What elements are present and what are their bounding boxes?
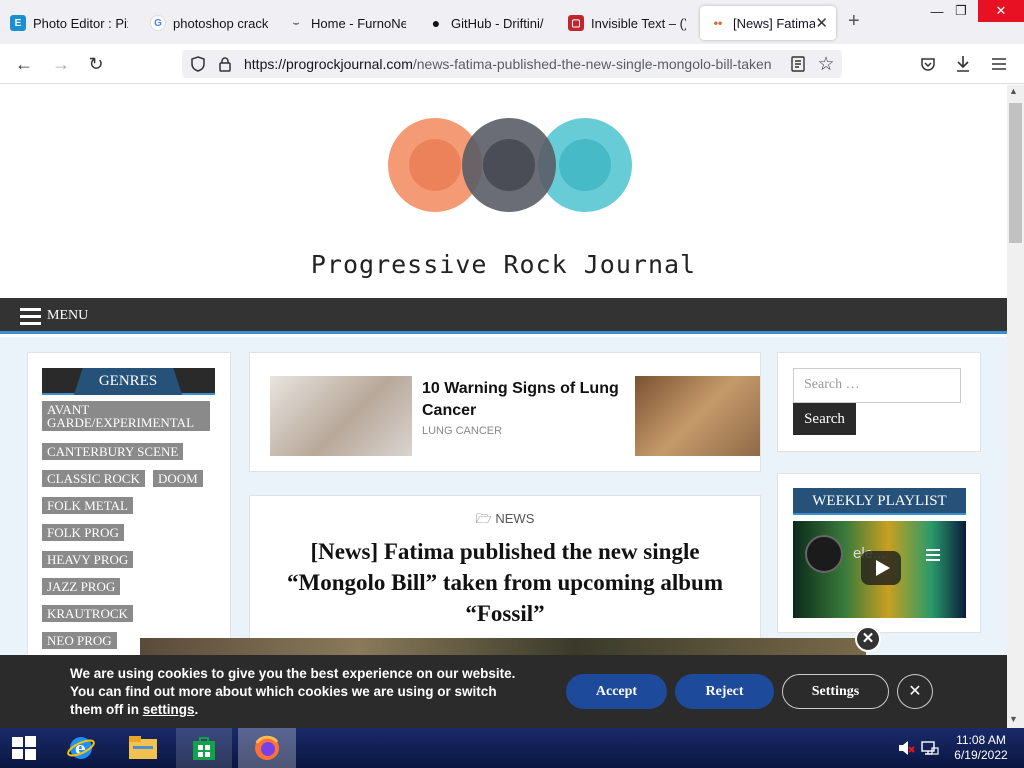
tab-pixlr[interactable]: E Photo Editor : Pixlr	[0, 6, 140, 40]
post-category[interactable]: 🗁 NEWS	[250, 510, 760, 532]
cookie-settings-link[interactable]: settings	[143, 702, 195, 717]
ad-title[interactable]: 10 Warning Signs of Lung Cancer	[422, 378, 632, 422]
playlist-heading: WEEKLY PLAYLIST	[793, 488, 966, 515]
sticky-video-player[interactable]	[140, 638, 866, 656]
tab-title: Photo Editor : Pixlr	[33, 15, 128, 31]
address-text: https://progrockjournal.com/news-fatima-…	[244, 56, 772, 72]
cookie-message: We are using cookies to give you the bes…	[70, 666, 516, 717]
site-favicon-icon: ••	[713, 16, 723, 30]
playlist-queue-icon[interactable]	[926, 549, 940, 564]
forward-icon[interactable]: →	[49, 52, 73, 76]
page-viewport: Progressive Rock Journal MENU GENRES AVA…	[0, 85, 1007, 728]
ad-image-woman[interactable]	[270, 376, 412, 456]
reader-view-icon[interactable]	[790, 56, 806, 72]
site-title[interactable]: Progressive Rock Journal	[0, 250, 1007, 279]
folder-icon: 🗁	[475, 511, 492, 526]
genre-tag[interactable]: DOOM	[153, 470, 203, 487]
genre-tag[interactable]: HEAVY PROG	[42, 551, 134, 568]
tab-title: Home - FurnoNet	[311, 15, 406, 31]
window-close-icon[interactable]: ✕	[978, 0, 1024, 22]
cookie-accept-button[interactable]: Accept	[566, 674, 667, 709]
playlist-video[interactable]: ele...	[793, 521, 966, 618]
cookie-text: We are using cookies to give you the bes…	[70, 665, 530, 719]
genres-heading-bar: GENRES	[42, 368, 215, 395]
url-path: /news-fatima-published-the-new-single-mo…	[412, 56, 772, 72]
cookie-period: .	[194, 702, 199, 717]
lock-icon[interactable]	[217, 56, 233, 72]
downloads-icon[interactable]	[955, 55, 971, 73]
genre-tag[interactable]: NEO PROG	[42, 632, 117, 649]
tab-title: [News] Fatima |	[733, 15, 815, 31]
file-explorer-icon[interactable]	[120, 728, 166, 768]
network-icon[interactable]	[920, 728, 940, 768]
internet-explorer-icon[interactable]: e	[60, 728, 102, 768]
pocket-icon[interactable]	[920, 56, 936, 72]
genre-tag[interactable]: FOLK METAL	[42, 497, 133, 514]
address-bar[interactable]: https://progrockjournal.com/news-fatima-…	[182, 50, 842, 78]
cookie-settings-button[interactable]: Settings	[782, 674, 889, 709]
shield-icon[interactable]	[190, 56, 206, 72]
sticky-video-close-icon[interactable]: ✕	[855, 626, 881, 652]
genre-tag[interactable]: CANTERBURY SCENE	[42, 443, 184, 460]
search-button[interactable]: Search	[793, 403, 856, 435]
genre-tag[interactable]: KRAUTROCK	[42, 605, 133, 622]
volume-muted-icon[interactable]	[896, 728, 916, 768]
post-title: [News] Fatima published the new single “…	[287, 539, 723, 626]
site-logo[interactable]	[385, 115, 635, 215]
ad-subtitle: LUNG CANCER	[422, 425, 503, 437]
clock-date: 6/19/2022	[954, 748, 1008, 762]
scroll-up-icon[interactable]: ▲	[1009, 86, 1018, 96]
app-menu-icon[interactable]	[991, 57, 1007, 71]
scroll-down-icon[interactable]: ▼	[1009, 714, 1018, 724]
channel-avatar	[805, 535, 843, 573]
clock-time: 11:08 AM	[956, 733, 1006, 747]
back-icon[interactable]: ←	[12, 52, 36, 76]
play-icon[interactable]	[861, 551, 901, 585]
invisible-text-favicon-icon: ▢	[568, 15, 584, 31]
tab-google-search[interactable]: G photoshop crack -	[140, 6, 278, 40]
restore-icon[interactable]: ❐	[944, 0, 978, 22]
windows-taskbar: e 11:08 AM 6/19/2022	[0, 728, 1024, 768]
furnonet-favicon-icon: ⌣	[292, 17, 300, 29]
search-input[interactable]: Search …	[793, 368, 961, 403]
store-icon[interactable]	[176, 728, 232, 768]
nav-toolbar: ← → ↻ https://progrockjournal.com/news-f…	[0, 44, 1024, 84]
genre-tag[interactable]: JAZZ PROG	[42, 578, 121, 595]
github-favicon-icon: ●	[431, 15, 441, 31]
tab-current[interactable]: •• [News] Fatima | ✕	[700, 6, 836, 40]
tab-title: Invisible Text – () i	[591, 15, 686, 31]
close-tab-icon[interactable]: ✕	[815, 14, 828, 32]
main-menu-bar: MENU	[0, 298, 1007, 334]
tab-github[interactable]: ● GitHub - Driftini/	[418, 6, 558, 40]
genre-tag[interactable]: CLASSIC ROCK	[42, 470, 145, 487]
tab-invisible-text[interactable]: ▢ Invisible Text – () i	[558, 6, 698, 40]
google-favicon-icon: G	[150, 15, 166, 31]
menu-label[interactable]: MENU	[47, 308, 88, 324]
scrollbar-thumb[interactable]	[1009, 103, 1022, 243]
tab-furnonet[interactable]: ⌣ Home - FurnoNet	[278, 6, 418, 40]
genre-tag[interactable]: FOLK PROG	[42, 524, 124, 541]
firefox-icon[interactable]	[238, 728, 296, 768]
genres-heading: GENRES	[74, 368, 182, 395]
taskbar-clock[interactable]: 11:08 AM 6/19/2022	[948, 733, 1014, 763]
ad-image-hair[interactable]	[635, 376, 760, 456]
windows-start-icon[interactable]	[6, 728, 42, 768]
tab-title: GitHub - Driftini/	[451, 15, 544, 31]
tab-bar: E Photo Editor : Pixlr G photoshop crack…	[0, 0, 1024, 44]
pixlr-favicon-icon: E	[10, 15, 26, 31]
reload-icon[interactable]: ↻	[84, 52, 108, 76]
cookie-close-icon[interactable]: ✕	[897, 674, 933, 709]
url-domain: https://progrockjournal.com	[244, 56, 413, 72]
genre-tag[interactable]: AVANT GARDE/EXPERIMENTAL	[42, 401, 210, 431]
cookie-reject-button[interactable]: Reject	[675, 674, 774, 709]
new-tab-button[interactable]: +	[848, 10, 860, 33]
tab-title: photoshop crack -	[173, 15, 268, 31]
hamburger-icon[interactable]	[20, 308, 41, 325]
bookmark-star-icon[interactable]: ☆	[814, 52, 838, 76]
post-category-label: NEWS	[495, 511, 535, 526]
